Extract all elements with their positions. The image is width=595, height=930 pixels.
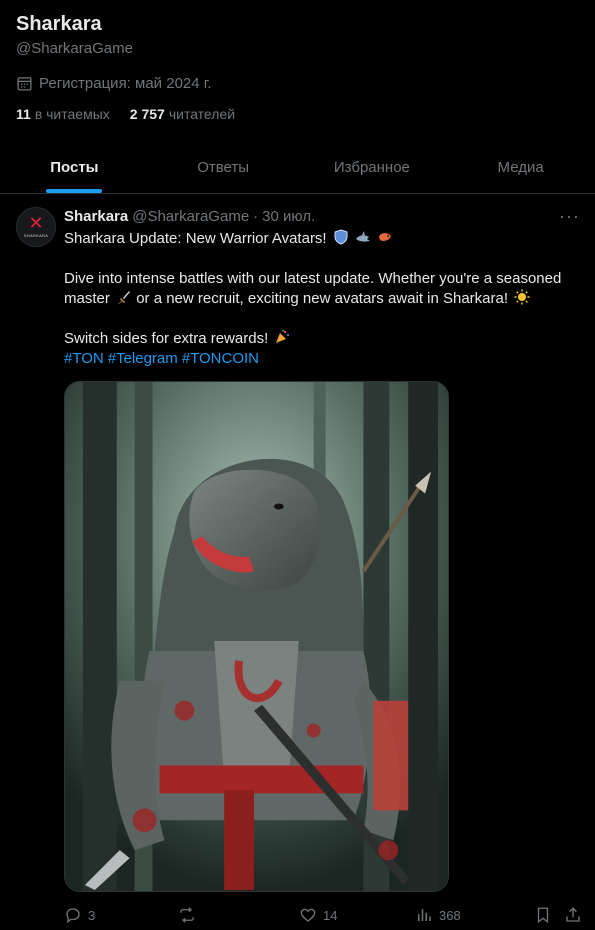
following-link[interactable]: 11 в читаемых [16, 106, 110, 122]
joined-date: Регистрация: май 2024 г. [16, 75, 212, 92]
hashtag-toncoin[interactable]: #TONCOIN [182, 350, 259, 367]
post-line-title: Sharkara Update: New Warrior Avatars! [64, 230, 327, 247]
shield-emoji-icon [334, 229, 348, 245]
followers-link[interactable]: 2 757 читателей [130, 106, 235, 122]
post-header: Sharkara @SharkaraGame · 30 июл. ··· [64, 206, 580, 227]
reply-button[interactable]: 3 [64, 906, 95, 924]
like-count: 14 [323, 907, 338, 923]
tab-likes-label: Избранное [333, 159, 410, 176]
profile-header: Sharkara @SharkaraGame [16, 10, 579, 59]
following-label: в читаемых [34, 106, 110, 122]
avatar-wordmark: SHARKARA [23, 233, 49, 238]
party-popper-emoji-icon [276, 330, 290, 343]
tab-replies[interactable]: Ответы [149, 142, 298, 193]
joined-text: Регистрация: май 2024 г. [39, 75, 212, 92]
tab-posts[interactable]: Посты [0, 142, 149, 193]
bookmark-button[interactable] [534, 906, 558, 924]
logo-x-icon: ✕ [28, 213, 44, 234]
heart-icon [300, 908, 316, 922]
avatar[interactable]: ✕ SHARKARA [16, 207, 56, 247]
reply-icon [66, 908, 80, 924]
post-body: Sharkara @SharkaraGame · 30 июл. ··· Sha… [64, 206, 580, 369]
post-date[interactable]: 30 июл. [262, 207, 315, 227]
post-line-cta: Switch sides for extra rewards! [64, 330, 269, 347]
hashtag-ton[interactable]: #TON [64, 350, 104, 367]
warrior-capybara-illustration [65, 382, 448, 891]
post-image[interactable] [64, 381, 449, 892]
post-line-body-cont: or a new recruit, exciting new avatars a… [136, 290, 509, 307]
followers-count: 2 757 [129, 106, 165, 122]
tab-likes[interactable]: Избранное [298, 142, 447, 193]
dagger-emoji-icon [118, 291, 131, 304]
share-icon [566, 907, 580, 922]
post[interactable]: ✕ SHARKARA Sharkara @SharkaraGame · 30 и… [0, 195, 595, 930]
profile-name: Sharkara [16, 13, 102, 35]
tab-media-label: Медиа [497, 159, 544, 176]
more-options-button[interactable]: ··· [559, 206, 580, 226]
repost-button[interactable] [178, 906, 202, 924]
post-text: Sharkara Update: New Warrior Avatars! Di… [64, 229, 580, 369]
tab-media[interactable]: Медиа [446, 142, 595, 193]
repost-icon [180, 907, 194, 923]
tab-posts-label: Посты [50, 159, 99, 176]
calendar-icon [17, 77, 32, 91]
bookmark-icon [537, 907, 549, 924]
post-separator: · [253, 208, 259, 225]
views-button[interactable]: 368 [415, 906, 461, 924]
profile-handle: @SharkaraGame [16, 40, 133, 57]
hashtags: #TON #Telegram #TONCOIN [64, 349, 580, 369]
tab-replies-label: Ответы [197, 159, 250, 176]
like-button[interactable]: 14 [299, 906, 337, 924]
sun-emoji-icon [514, 289, 530, 305]
shark-emoji-icon [355, 231, 370, 242]
profile-tabs: Посты Ответы Избранное Медиа [0, 142, 595, 194]
reply-count: 3 [88, 907, 96, 923]
post-actions: 3 14 368 [64, 903, 580, 927]
followers-label: читателей [168, 106, 236, 122]
share-button[interactable] [564, 906, 588, 924]
post-author[interactable]: Sharkara [64, 207, 128, 227]
views-icon [418, 909, 431, 921]
hashtag-telegram[interactable]: #Telegram [108, 350, 178, 367]
following-count: 11 [16, 106, 31, 122]
shrimp-emoji-icon [379, 233, 392, 241]
post-handle[interactable]: @SharkaraGame [132, 207, 249, 227]
views-count: 368 [439, 907, 461, 923]
follow-stats: 11 в читаемых 2 757 читателей [16, 106, 255, 122]
